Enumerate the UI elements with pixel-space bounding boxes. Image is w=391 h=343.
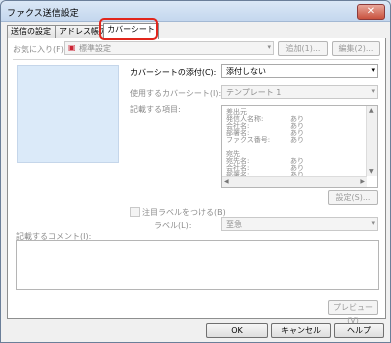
favorites-select[interactable]: ▣ 標準設定 ▾	[64, 41, 274, 55]
tab-highlight-marker	[99, 18, 158, 40]
close-button[interactable]: ✕	[357, 4, 385, 20]
fax-settings-dialog: ファクス送信設定 ✕ 送信の設定 アドレス帳の編集 カバーシート お気に入り(F…	[0, 0, 391, 343]
chevron-down-icon: ▾	[371, 219, 375, 227]
scroll-left-icon: ◀	[224, 178, 229, 185]
cover-sheet-panel: お気に入り(F): ▣ 標準設定 ▾ 追加(1)... 編集(2)... カバー…	[7, 38, 386, 325]
horizontal-scrollbar[interactable]: ◀ ▶	[222, 176, 367, 187]
use-cover-label: 使用するカバーシート(I):	[130, 89, 222, 98]
ok-button[interactable]: OK	[206, 323, 268, 338]
scroll-up-icon: ▲	[369, 107, 374, 114]
attach-cover-label: カバーシートの添付(C):	[130, 68, 217, 77]
add-favorite-button[interactable]: 追加(1)...	[278, 41, 328, 56]
list-item: ファクス番号: あり	[226, 136, 304, 144]
tab-bar: 送信の設定 アドレス帳の編集 カバーシート	[7, 23, 385, 39]
attention-label-text: 注目ラベルをつける(B)	[142, 208, 226, 217]
vertical-scrollbar[interactable]: ▲ ▼	[366, 106, 377, 176]
scroll-down-icon: ▼	[369, 168, 374, 175]
items-listbox[interactable]: 差出元 発信人名称: あり 会社名: あり 部署名: あり ファクス番号: あり 宛先 …	[221, 105, 378, 188]
use-cover-select[interactable]: テンプレート 1 ▾	[221, 85, 378, 99]
preview-button[interactable]: プレビュー(V)	[328, 300, 378, 325]
label-select[interactable]: 至急 ▾	[221, 217, 378, 231]
favorite-doc-icon: ▣	[68, 43, 76, 52]
attach-cover-select[interactable]: 添付しない ▾	[221, 64, 378, 78]
tab-send-settings[interactable]: 送信の設定	[7, 25, 62, 38]
chevron-down-icon: ▾	[371, 66, 375, 74]
label-label: ラベル(L):	[154, 221, 192, 230]
window-title: ファクス送信設定	[7, 9, 79, 19]
favorites-value: 標準設定	[79, 44, 111, 53]
attach-cover-value: 添付しない	[226, 67, 266, 76]
items-label: 記載する項目:	[130, 105, 181, 114]
title-bar: ファクス送信設定 ✕	[1, 1, 390, 22]
chevron-down-icon: ▾	[267, 43, 271, 51]
cover-settings-button[interactable]: 設定(S)...	[328, 190, 378, 205]
use-cover-value: テンプレート 1	[226, 88, 282, 97]
help-button[interactable]: ヘルプ	[334, 323, 384, 338]
chevron-down-icon: ▾	[371, 87, 375, 95]
cover-preview-image	[17, 65, 119, 163]
cancel-button[interactable]: キャンセル	[271, 323, 331, 338]
comment-textarea[interactable]	[16, 240, 379, 290]
divider	[13, 59, 379, 60]
label-value: 至急	[226, 220, 242, 229]
edit-favorite-button[interactable]: 編集(2)...	[332, 41, 380, 56]
attention-label-checkbox[interactable]	[130, 207, 140, 217]
favorites-label: お気に入り(F):	[13, 45, 67, 54]
scroll-right-icon: ▶	[360, 178, 365, 185]
